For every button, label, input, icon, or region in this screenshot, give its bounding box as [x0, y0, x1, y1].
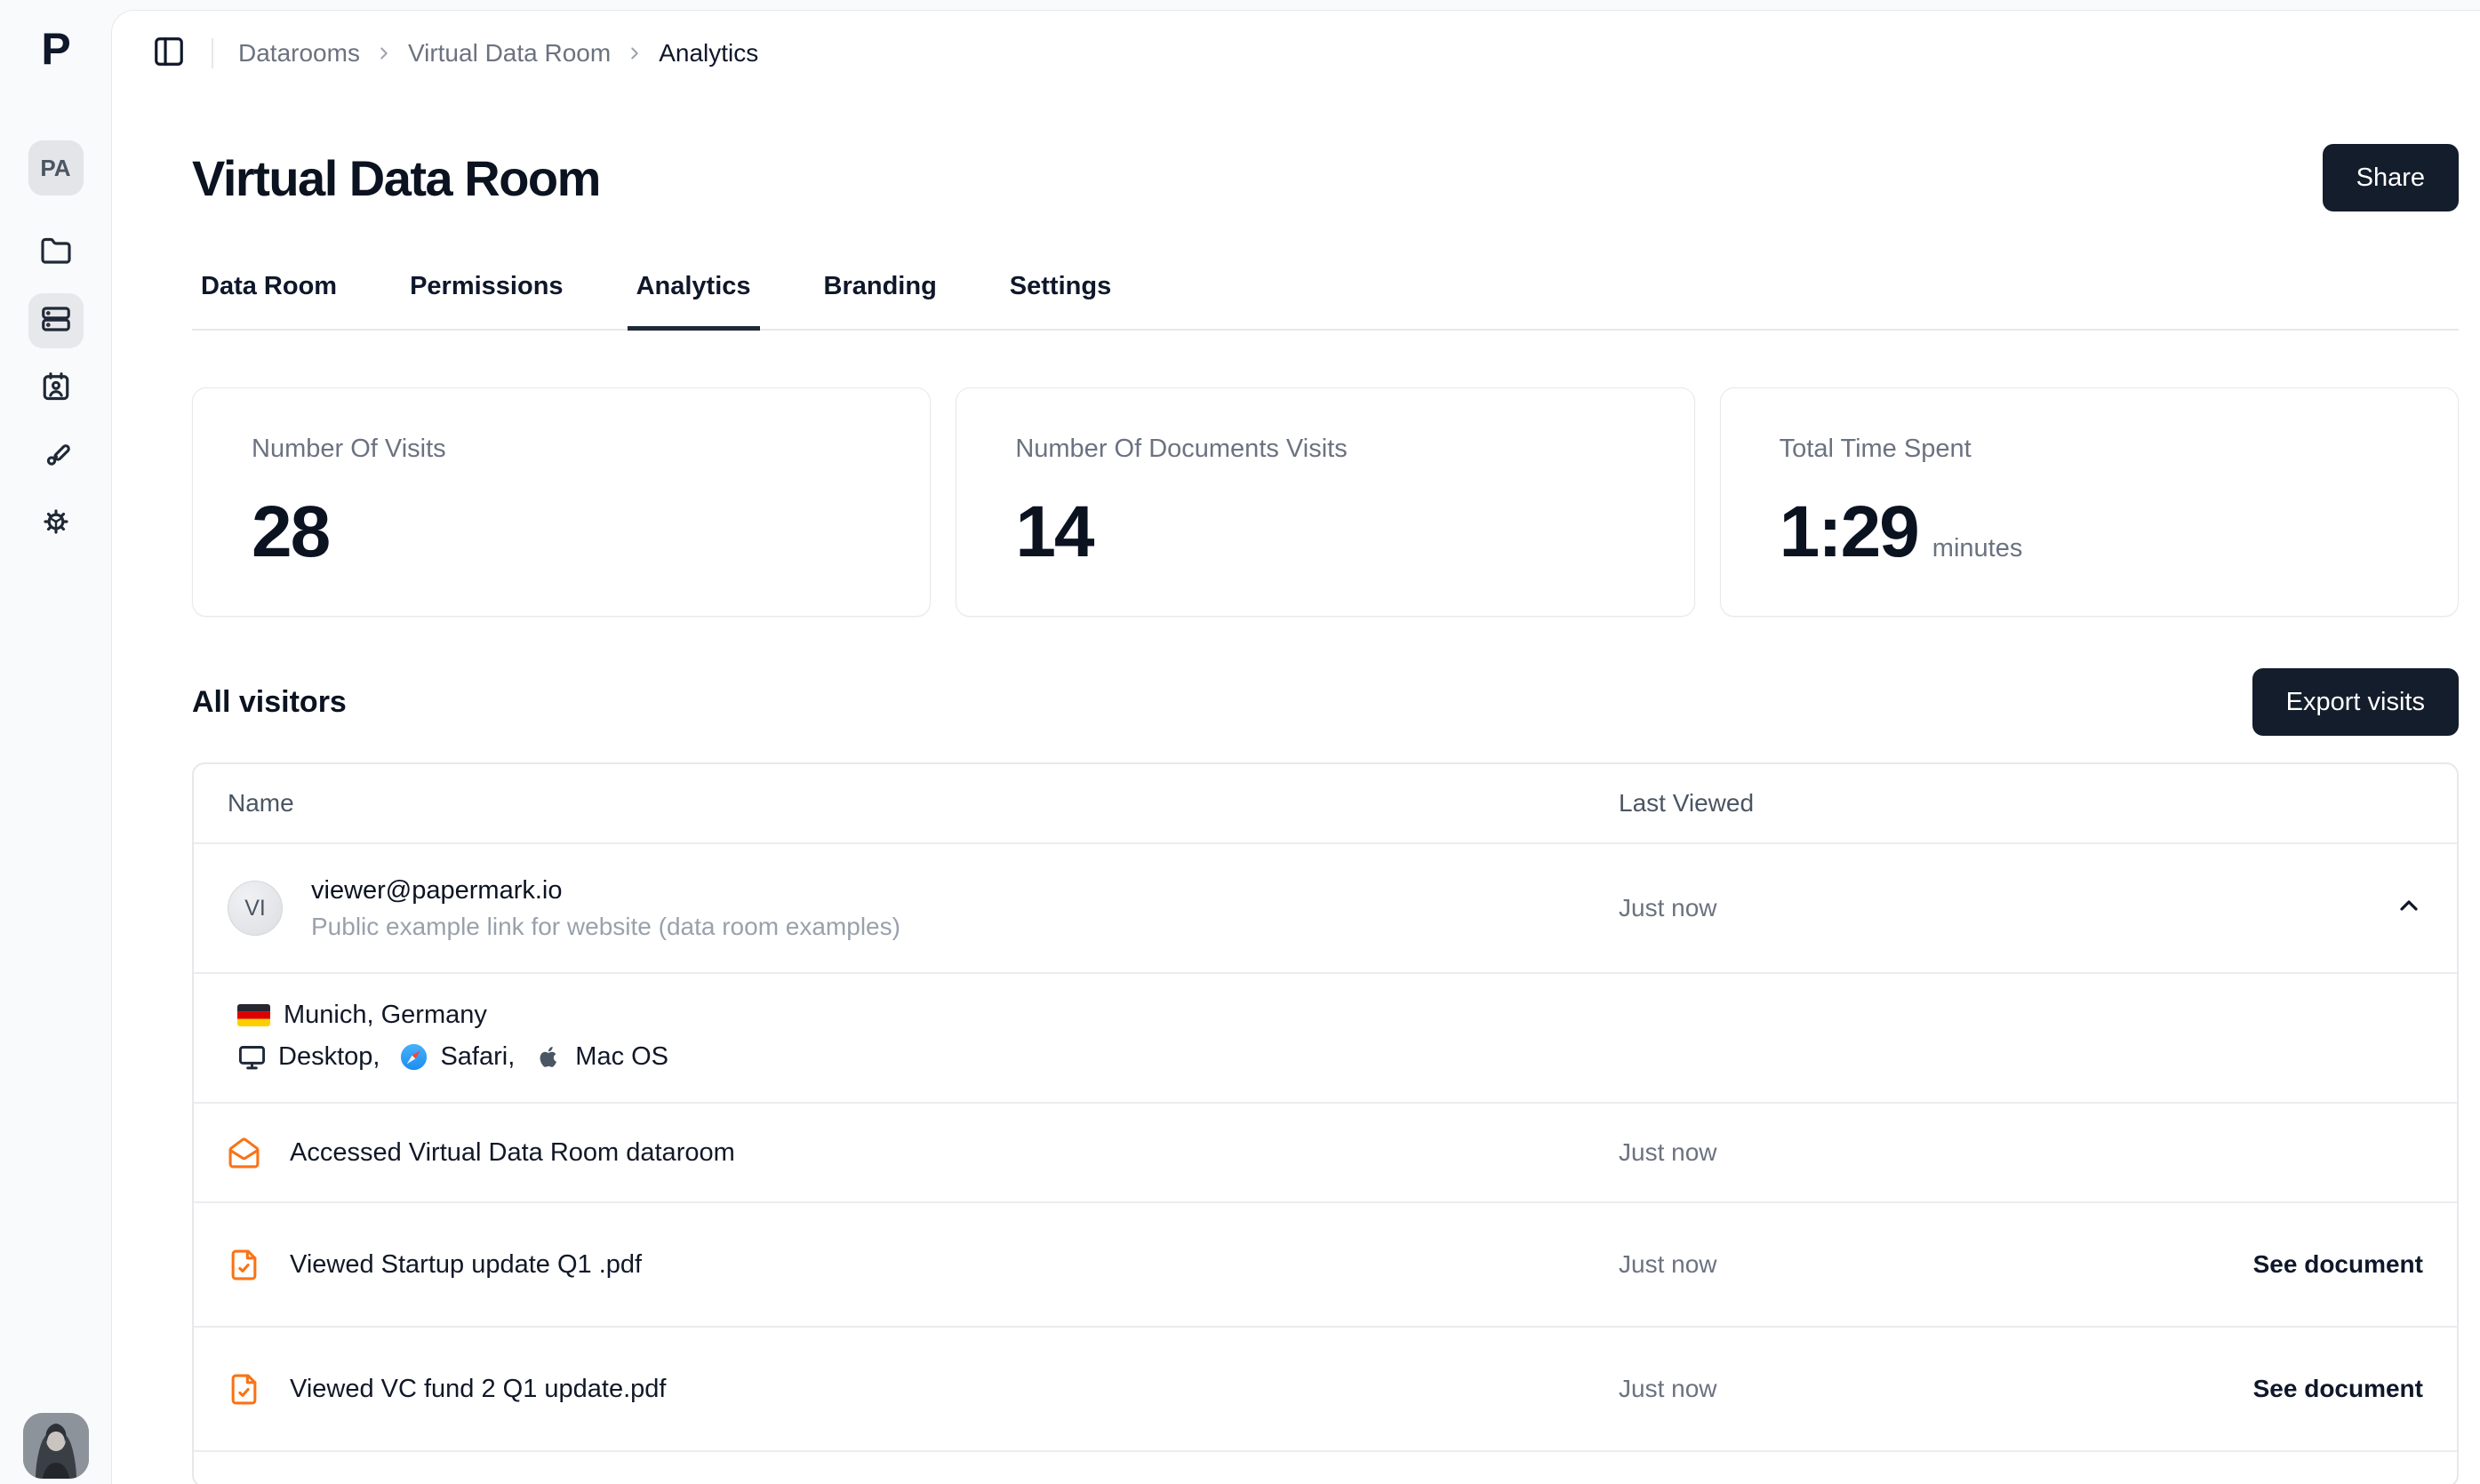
stat-card-document-visits: Number Of Documents Visits 14	[956, 387, 1694, 617]
tab-branding[interactable]: Branding	[815, 258, 946, 331]
mail-open-icon	[228, 1137, 260, 1169]
tab-permissions[interactable]: Permissions	[401, 258, 572, 331]
sidebar-nav	[28, 226, 84, 551]
visitor-browser: Safari,	[440, 1042, 515, 1072]
sidebar-item-branding[interactable]	[28, 428, 84, 483]
monitor-icon	[237, 1042, 267, 1072]
event-time: Just now	[1619, 1250, 2116, 1279]
breadcrumb-virtual-data-room[interactable]: Virtual Data Room	[408, 39, 611, 68]
visitors-table: Name Last Viewed VI viewer@papermark.io …	[192, 762, 2459, 1484]
export-visits-button[interactable]: Export visits	[2252, 668, 2459, 736]
visitor-avatar: VI	[228, 881, 283, 936]
share-button[interactable]: Share	[2323, 144, 2459, 211]
folder-icon	[40, 235, 72, 272]
collapse-row-button[interactable]	[2395, 891, 2423, 926]
tab-analytics[interactable]: Analytics	[628, 258, 760, 331]
see-document-link[interactable]: See document	[2116, 1250, 2423, 1279]
all-visitors-heading: All visitors	[192, 685, 347, 720]
sidebar-item-datarooms[interactable]	[28, 293, 84, 348]
table-header-row: Name Last Viewed	[194, 764, 2457, 842]
germany-flag-icon	[237, 1004, 270, 1026]
main-panel: Datarooms Virtual Data Room Analytics Vi…	[111, 10, 2480, 1484]
settings-gear-icon	[40, 506, 72, 542]
stat-label: Total Time Spent	[1780, 435, 2399, 464]
event-time: Just now	[1619, 1138, 2116, 1167]
breadcrumb-datarooms[interactable]: Datarooms	[238, 39, 360, 68]
sidebar-item-settings[interactable]	[28, 496, 84, 551]
column-header-last-viewed: Last Viewed	[1619, 789, 2116, 818]
stat-card-visits: Number Of Visits 28	[192, 387, 931, 617]
visitor-os: Mac OS	[575, 1042, 668, 1072]
user-avatar[interactable]	[23, 1413, 89, 1479]
stat-value: 1:29	[1780, 491, 1918, 574]
tab-bar: Data Room Permissions Analytics Branding…	[192, 258, 2459, 331]
event-text: Viewed Startup update Q1 .pdf	[290, 1250, 642, 1280]
stat-card-time-spent: Total Time Spent 1:29 minutes	[1720, 387, 2459, 617]
server-icon	[40, 303, 72, 339]
page-title: Virtual Data Room	[192, 149, 600, 207]
stats-row: Number Of Visits 28 Number Of Documents …	[192, 387, 2459, 617]
visitor-email: viewer@papermark.io	[311, 876, 900, 906]
event-row-accessed: Accessed Virtual Data Room dataroom Just…	[194, 1102, 2457, 1201]
tab-data-room[interactable]: Data Room	[192, 258, 346, 331]
stat-label: Number Of Visits	[252, 435, 871, 464]
breadcrumb-analytics: Analytics	[659, 39, 758, 68]
event-row-viewed-2: Viewed VC fund 2 Q1 update.pdf Just now …	[194, 1326, 2457, 1450]
file-check-icon	[228, 1373, 260, 1406]
chevron-right-icon	[374, 44, 394, 63]
contact-card-icon	[40, 371, 72, 407]
visitor-last-viewed: Just now	[1619, 894, 2116, 922]
panel-left-icon	[152, 35, 186, 73]
tab-settings[interactable]: Settings	[1001, 258, 1120, 331]
paintbrush-icon	[40, 438, 72, 475]
safari-icon	[399, 1042, 428, 1072]
stat-label: Number Of Documents Visits	[1015, 435, 1635, 464]
table-row	[194, 1450, 2457, 1484]
stat-value: 14	[1015, 491, 1092, 574]
visitor-location: Munich, Germany	[284, 1001, 487, 1030]
apple-icon	[534, 1042, 564, 1072]
breadcrumb: Datarooms Virtual Data Room Analytics	[238, 39, 758, 68]
sidebar-item-documents[interactable]	[28, 226, 84, 281]
sidebar: P PA	[0, 0, 111, 1484]
file-check-icon	[228, 1249, 260, 1281]
topbar-divider	[212, 38, 213, 68]
visitor-link-description: Public example link for website (data ro…	[311, 913, 900, 941]
stat-suffix: minutes	[1932, 534, 2023, 563]
visitor-device: Desktop,	[278, 1042, 380, 1072]
papermark-logo: P	[41, 23, 69, 75]
workspace-avatar[interactable]: PA	[28, 140, 84, 195]
event-text: Viewed VC fund 2 Q1 update.pdf	[290, 1375, 667, 1404]
column-header-name: Name	[228, 789, 1619, 818]
topbar: Datarooms Virtual Data Room Analytics	[112, 11, 2480, 96]
chevron-up-icon	[2395, 891, 2423, 926]
visitor-row[interactable]: VI viewer@papermark.io Public example li…	[194, 842, 2457, 972]
chevron-right-icon	[625, 44, 644, 63]
event-text: Accessed Virtual Data Room dataroom	[290, 1138, 735, 1168]
sidebar-item-contacts[interactable]	[28, 361, 84, 416]
event-row-viewed-1: Viewed Startup update Q1 .pdf Just now S…	[194, 1201, 2457, 1326]
event-time: Just now	[1619, 1375, 2116, 1403]
visitor-details: Munich, Germany Desktop,	[194, 972, 2457, 1102]
stat-value: 28	[252, 491, 329, 574]
see-document-link[interactable]: See document	[2116, 1375, 2423, 1403]
sidebar-toggle-button[interactable]	[151, 36, 187, 71]
